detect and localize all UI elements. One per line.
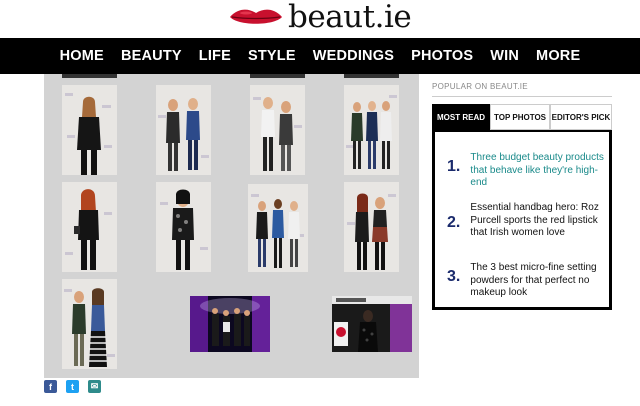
tab-editors-pick[interactable]: EDITOR'S PICK xyxy=(550,104,612,130)
popular-heading: POPULAR ON BEAUT.IE xyxy=(432,82,528,91)
gallery-photo[interactable] xyxy=(250,85,305,175)
nav-beauty[interactable]: BEAUTY xyxy=(121,48,182,64)
gallery-photo[interactable] xyxy=(248,184,308,272)
twitter-icon[interactable]: t xyxy=(66,380,79,393)
gallery-photo[interactable] xyxy=(344,85,399,175)
nav-photos[interactable]: PHOTOS xyxy=(411,48,473,64)
facebook-icon[interactable]: f xyxy=(44,380,57,393)
article-number: 3. xyxy=(447,268,461,285)
gallery-photo[interactable] xyxy=(344,74,399,78)
email-icon[interactable]: ✉ xyxy=(88,380,101,393)
photo-image xyxy=(344,182,399,272)
list-item[interactable]: 3. The 3 best micro-fine setting powders… xyxy=(447,262,607,300)
article-number: 2. xyxy=(447,214,461,231)
photo-gallery xyxy=(44,74,419,378)
nav-more[interactable]: MORE xyxy=(536,48,580,64)
article-title[interactable]: The 3 best micro-fine setting powders fo… xyxy=(470,262,607,300)
heading-divider xyxy=(432,96,612,97)
gallery-photo[interactable] xyxy=(62,74,117,78)
nav-weddings[interactable]: WEDDINGS xyxy=(313,48,394,64)
gallery-photo[interactable] xyxy=(156,85,211,175)
lips-logo-icon xyxy=(230,9,282,24)
gallery-photo[interactable] xyxy=(156,182,211,272)
gallery-photo[interactable] xyxy=(250,74,305,78)
site-logo[interactable]: beaut.ie xyxy=(228,0,412,35)
gallery-photo[interactable] xyxy=(62,279,117,369)
article-title[interactable]: Three budget beauty products that behave… xyxy=(470,152,607,190)
photo-image xyxy=(250,85,305,175)
site-header: beaut.ie xyxy=(0,0,640,38)
most-read-list: 1. Three budget beauty products that beh… xyxy=(432,130,612,310)
nav-life[interactable]: LIFE xyxy=(199,48,231,64)
photo-image xyxy=(190,296,270,352)
main-nav: HOME BEAUTY LIFE STYLE WEDDINGS PHOTOS W… xyxy=(0,38,640,74)
nav-win[interactable]: WIN xyxy=(490,48,519,64)
nav-style[interactable]: STYLE xyxy=(248,48,296,64)
photo-image xyxy=(156,182,211,272)
list-item[interactable]: 2. Essential handbag hero: Roz Purcell s… xyxy=(447,202,607,240)
photo-image xyxy=(62,279,117,369)
gallery-photo[interactable] xyxy=(190,296,270,352)
nav-home[interactable]: HOME xyxy=(60,48,104,64)
photo-image xyxy=(344,85,399,175)
popular-tabs: MOST READ TOP PHOTOS EDITOR'S PICK xyxy=(432,104,612,130)
tab-top-photos[interactable]: TOP PHOTOS xyxy=(490,104,550,130)
tab-most-read[interactable]: MOST READ xyxy=(432,104,490,130)
logo-text: beaut.ie xyxy=(288,0,412,35)
list-item[interactable]: 1. Three budget beauty products that beh… xyxy=(447,152,607,190)
article-number: 1. xyxy=(447,158,461,175)
photo-image xyxy=(332,296,412,352)
article-title[interactable]: Essential handbag hero: Roz Purcell spor… xyxy=(470,202,607,240)
share-bar: f t ✉ xyxy=(44,380,110,393)
photo-image xyxy=(156,85,211,175)
gallery-photo[interactable] xyxy=(62,85,117,175)
photo-image xyxy=(62,182,117,272)
gallery-photo[interactable] xyxy=(62,182,117,272)
photo-image xyxy=(62,85,117,175)
gallery-photo[interactable] xyxy=(332,296,412,352)
photo-image xyxy=(248,184,308,272)
gallery-photo[interactable] xyxy=(344,182,399,272)
